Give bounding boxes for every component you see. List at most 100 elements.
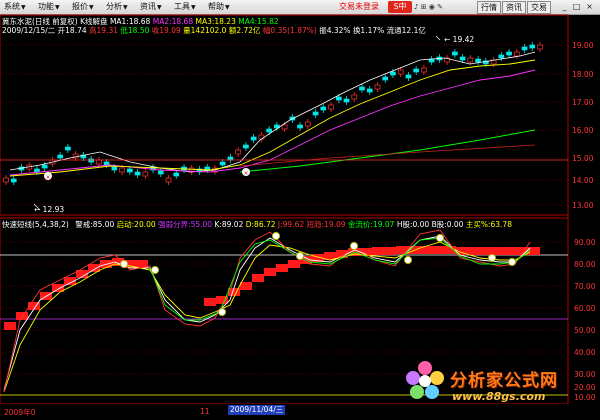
volume-value: 量142102.0	[183, 26, 227, 35]
candle-body	[173, 172, 180, 177]
chart-canvas[interactable]: × ×	[0, 0, 600, 420]
red-step-bar	[16, 312, 28, 320]
candle-body	[266, 128, 272, 133]
sub-tick: 70.00	[574, 282, 596, 291]
candle-body	[165, 177, 172, 183]
price-tick: 18.00	[572, 70, 594, 79]
sub-tick: 50.00	[574, 326, 596, 335]
red-step-bar	[432, 246, 444, 254]
candle-body	[96, 159, 102, 165]
candle-body	[529, 44, 536, 49]
candle-body	[297, 124, 303, 129]
high-arrow	[435, 35, 441, 41]
red-step-bar	[252, 274, 264, 282]
candle-body	[366, 88, 373, 93]
svg-text:×: ×	[46, 174, 51, 181]
red-step-bar	[468, 247, 480, 255]
sub-grid	[0, 241, 568, 375]
candle-body	[498, 54, 505, 59]
candle-body	[413, 68, 420, 73]
trend-line-red	[239, 144, 536, 167]
sub-item: 短趋:19.09	[306, 220, 346, 229]
price-tick: 13.00	[572, 201, 594, 210]
candle-body	[452, 51, 458, 56]
candle-body	[134, 171, 141, 176]
sub-tick: 40.00	[574, 348, 596, 357]
candle-body	[142, 171, 149, 177]
candle-body	[3, 177, 9, 183]
candle-body	[405, 74, 412, 79]
candle-body	[227, 156, 234, 161]
candle-body	[258, 134, 265, 140]
candle-body	[537, 44, 543, 50]
red-step-bar	[372, 247, 384, 255]
low-value: 低18.50	[120, 26, 150, 35]
candle-body	[41, 164, 48, 169]
candle-body	[10, 178, 17, 183]
red-step-bar	[276, 264, 288, 272]
red-step-bar	[492, 247, 504, 255]
red-step-bar	[4, 322, 16, 330]
amplitude-value: 振4.32%	[319, 26, 351, 35]
sub-indicator-header: 快速短线(5,4,38,2) 警戒:85.00 启动:20.00 强弱分界:55…	[2, 219, 512, 230]
sub-tick: 80.00	[574, 260, 596, 269]
price-tick: 16.00	[572, 126, 594, 135]
candle-body	[374, 84, 381, 90]
candle-body	[103, 161, 110, 166]
main-panel-frame	[0, 14, 569, 216]
sub-item: 强弱分界:55.00	[158, 220, 213, 229]
sub-item: H股:0.00	[396, 220, 430, 229]
red-step-bar	[288, 260, 300, 268]
sub-markers	[119, 231, 517, 317]
candle-body	[119, 167, 125, 173]
time-axis: 2009年0 11	[0, 404, 600, 420]
candle-body	[343, 98, 350, 103]
change-value: 幅0.35(1.87%)	[262, 26, 317, 35]
watermark-title: 分析家公式网	[450, 371, 558, 391]
turnover-value: 换1.17%	[352, 26, 385, 35]
candle-body	[506, 51, 512, 56]
red-step-bar	[240, 282, 252, 290]
ma1-line	[9, 51, 536, 173]
candle-body	[57, 154, 64, 159]
sub-item: 启动:20.00	[116, 220, 156, 229]
candle-body	[320, 106, 327, 111]
amount-value: 额2.72亿	[228, 26, 261, 35]
candle-body	[521, 46, 528, 51]
sub-indicator-name[interactable]: 快速短线(5,4,38,2)	[2, 220, 69, 229]
candle-body	[475, 58, 481, 63]
candle-body	[219, 161, 226, 166]
watermark-url: www.88gs.com	[452, 390, 546, 403]
candle-body	[250, 136, 257, 141]
watermark-logo: 分析家公式网 www.88gs.com	[400, 358, 600, 404]
float-cap-value: 流通12.1亿	[386, 26, 426, 35]
price-tick: 15.00	[572, 154, 594, 163]
cursor-date: 2009/11/04/三	[228, 405, 286, 415]
candle-body	[359, 86, 365, 91]
candle-body	[111, 166, 118, 171]
candle-body	[397, 69, 404, 75]
candle-body	[235, 149, 242, 155]
candle-body	[88, 158, 94, 163]
sub-item: 金流价:19.07	[347, 220, 395, 229]
red-step-bar	[264, 268, 276, 276]
flower-icon	[406, 361, 444, 399]
red-step-bar	[384, 247, 396, 255]
candle-body	[335, 96, 342, 101]
candle-body	[351, 94, 358, 100]
candle-body	[513, 51, 520, 57]
candle-body	[312, 111, 319, 116]
price-tick: 17.00	[572, 98, 594, 107]
sub-tick: 90.00	[574, 238, 596, 247]
sub-item: B股:0.00	[431, 220, 464, 229]
axis-mark-label: 11	[200, 407, 210, 416]
ma4-line	[239, 129, 536, 173]
high-value: 高19.31	[89, 26, 119, 35]
candle-body	[390, 71, 396, 76]
candle-body	[126, 168, 133, 173]
open-value: 开18.74	[57, 26, 87, 35]
red-step-bar	[504, 247, 516, 255]
candle-body	[421, 67, 427, 73]
candle-body	[328, 104, 334, 110]
candle-body	[304, 121, 311, 127]
